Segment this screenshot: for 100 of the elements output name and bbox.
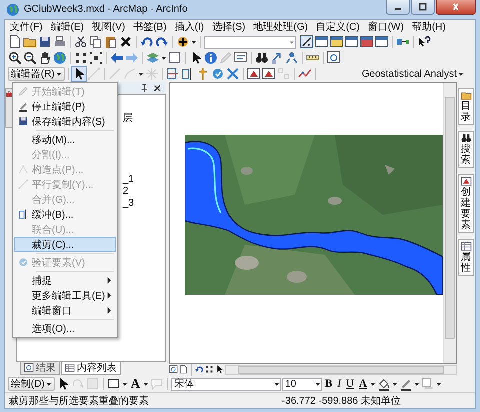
help-pointer-icon[interactable] — [417, 35, 431, 49]
clear-selection-icon[interactable] — [168, 51, 182, 65]
menu-item[interactable]: 捕捉 — [14, 273, 116, 288]
font-size-dropdown[interactable]: 10 — [282, 378, 322, 390]
coordinates-readout: -36.772 -599.886 未知单位 — [282, 394, 401, 408]
italic-button[interactable]: I — [336, 378, 344, 390]
line-color-icon[interactable] — [399, 377, 414, 391]
menu-item[interactable]: 缓冲(B)... — [14, 207, 116, 222]
dock-tab[interactable]: 目录 — [458, 88, 474, 125]
fixed-zoom-in-icon[interactable] — [205, 365, 214, 374]
window-icon[interactable] — [345, 35, 359, 49]
submenu-arrow-icon — [107, 292, 112, 299]
menu-item[interactable]: 自定义(C) — [313, 20, 363, 34]
redo-icon[interactable] — [155, 35, 169, 49]
dock-tab[interactable]: 属性 — [458, 239, 474, 276]
layer-name[interactable]: _3 — [123, 198, 134, 210]
attributes-icon[interactable] — [210, 67, 225, 81]
viewer-window-icon[interactable] — [327, 51, 341, 65]
vertical-scrollbar[interactable] — [443, 83, 456, 363]
back-arrow-icon[interactable] — [110, 51, 124, 65]
fixed-zoom-out-icon[interactable] — [89, 51, 103, 65]
horizontal-scrollbar[interactable] — [225, 364, 457, 374]
new-document-icon[interactable] — [179, 365, 188, 374]
menu-item[interactable]: 窗口(W) — [364, 20, 408, 34]
table-icon[interactable] — [65, 363, 75, 373]
menu-item[interactable]: 更多编辑工具(E) — [14, 288, 116, 303]
text-tool-button[interactable]: A — [128, 376, 142, 392]
dock-tab[interactable]: 搜索 — [458, 131, 474, 168]
maximize-button[interactable] — [411, 0, 435, 15]
panel-tab[interactable]: 结果 — [20, 362, 60, 375]
window-icon[interactable] — [375, 35, 389, 49]
new-document-icon[interactable] — [8, 35, 22, 49]
line-color-icon[interactable] — [18, 101, 29, 112]
hyperlink-icon[interactable] — [270, 51, 284, 65]
copy-icon[interactable] — [89, 35, 103, 49]
rectangle-tool-icon[interactable] — [106, 377, 121, 391]
edit-tool-icon[interactable] — [72, 67, 86, 81]
zoom-in-icon[interactable] — [8, 51, 22, 65]
save-icon[interactable] — [18, 116, 29, 127]
layer-name[interactable]: 2 — [123, 186, 129, 198]
fixed-zoom-in-icon[interactable] — [74, 51, 88, 65]
window-icon[interactable] — [330, 35, 344, 49]
pointer-icon[interactable] — [215, 365, 224, 374]
bold-button[interactable]: B — [323, 378, 335, 390]
layer-name[interactable]: _1 — [123, 174, 134, 186]
drawing-dropdown-button[interactable]: 绘制(D) — [8, 377, 55, 391]
menu-item[interactable]: 编辑(E) — [48, 20, 88, 34]
close-icon[interactable] — [153, 84, 162, 92]
editor-dropdown-button[interactable]: 编辑器(R) — [8, 67, 65, 81]
dock-tab[interactable]: 创建要素 — [458, 174, 474, 233]
menu-item[interactable]: 帮助(H) — [409, 20, 449, 34]
pin-icon[interactable] — [140, 84, 149, 92]
underline-button[interactable]: U — [344, 378, 356, 390]
minimize-button[interactable] — [386, 0, 410, 15]
geostatistical-analyst-dropdown[interactable]: Geostatistical Analyst — [358, 67, 467, 81]
identify-icon[interactable] — [204, 51, 218, 65]
fill-color-icon[interactable] — [377, 377, 392, 391]
folder-icon[interactable] — [460, 90, 472, 101]
create-features-icon[interactable] — [262, 67, 276, 81]
close-button[interactable] — [436, 0, 476, 15]
font-color-button[interactable]: A — [357, 378, 370, 390]
menu-item[interactable]: 视图(V) — [89, 20, 128, 34]
binoculars-icon[interactable] — [255, 51, 269, 65]
viewer-window-icon[interactable] — [169, 365, 178, 374]
app-icon — [6, 2, 20, 16]
add-data-icon[interactable] — [176, 35, 190, 49]
panel-tab[interactable]: 内容列表 — [61, 362, 121, 375]
globe-icon[interactable] — [53, 51, 67, 65]
popup-icon[interactable] — [234, 51, 248, 65]
viewer-window-icon[interactable] — [24, 363, 34, 373]
font-dropdown[interactable]: 宋体 — [171, 378, 282, 390]
menu-item[interactable]: 停止编辑(P) — [14, 99, 116, 114]
table-icon[interactable] — [460, 241, 472, 252]
menu-item[interactable]: 文件(F) — [7, 20, 46, 34]
create-features-icon[interactable] — [246, 67, 261, 81]
paste-icon[interactable] — [104, 35, 118, 49]
menu-item[interactable]: 保存编辑内容(S) — [14, 114, 116, 129]
menu-item[interactable]: 选择(S) — [209, 20, 249, 34]
layer-name[interactable]: 层 — [123, 113, 133, 125]
menu-item[interactable]: 书签(B) — [130, 20, 170, 34]
save-icon[interactable] — [38, 35, 52, 49]
undo-icon[interactable] — [195, 365, 204, 374]
delete-icon[interactable] — [119, 35, 133, 49]
menu-item[interactable]: 地理处理(G) — [250, 20, 312, 34]
status-message: 裁剪那些与所选要素重叠的要素 — [9, 394, 150, 408]
menu-item[interactable]: 选项(O)... — [14, 321, 116, 336]
undo-icon[interactable] — [140, 35, 154, 49]
window-icon[interactable] — [360, 35, 374, 49]
toolbox-icon[interactable] — [6, 91, 13, 98]
binoculars-icon[interactable] — [460, 133, 472, 144]
menu-item[interactable]: 移动(M)... — [14, 132, 116, 147]
editor-toolbar-icon[interactable] — [300, 35, 314, 49]
menu-item[interactable]: 插入(I) — [172, 20, 208, 34]
create-features-icon[interactable] — [460, 176, 472, 187]
menu-item[interactable]: 裁剪(C)... — [14, 237, 116, 252]
printer-icon[interactable] — [53, 35, 67, 49]
scissors-icon[interactable] — [74, 35, 88, 49]
zoom-out-icon[interactable] — [23, 51, 37, 65]
menu-item[interactable]: 编辑窗口 — [14, 303, 116, 318]
window-icon[interactable] — [315, 35, 329, 49]
